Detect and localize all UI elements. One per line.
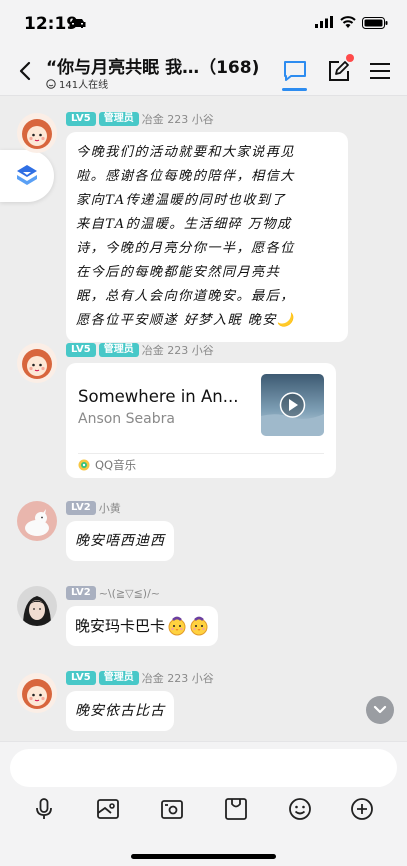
sender-meta: LV5 管理员 冶金 223 小谷 xyxy=(66,342,214,358)
level-badge: LV2 xyxy=(66,586,96,600)
sender-name[interactable]: 冶金 223 小谷 xyxy=(142,670,214,686)
avatar[interactable] xyxy=(17,113,57,153)
chevron-down-icon xyxy=(373,705,387,714)
song-artist: Anson Seabra xyxy=(78,411,175,427)
role-badge: 管理员 xyxy=(98,343,139,357)
message-line: 家向TA传递温暖的同时也收到了 xyxy=(76,193,287,208)
plus-icon xyxy=(351,798,373,820)
music-share-card[interactable]: Somewhere in An... Anson Seabra QQ音乐 xyxy=(66,363,336,478)
emoji-button[interactable] xyxy=(286,795,314,823)
message-line: 在今后的每晚都能安然同月亮共 xyxy=(76,265,281,280)
avatar[interactable] xyxy=(17,586,57,626)
song-title: Somewhere in An... xyxy=(78,387,239,406)
camera-button[interactable] xyxy=(158,795,186,823)
message-line: 眠，总有人会向你道晚安。最后， xyxy=(76,289,295,304)
message-line: 愿各位平安顺遂 好梦入眠 晚安🌙 xyxy=(76,313,295,328)
notification-dot xyxy=(346,54,354,62)
wifi-icon xyxy=(340,16,356,28)
message-bubble[interactable]: 晚安唔西迪西 xyxy=(66,521,174,561)
message-bubble[interactable]: 今晚我们的活动就要和大家说再见 啦。感谢各位每晚的陪伴，相信大 家向TA传递温暖… xyxy=(66,132,348,342)
chat-header: “你与月亮共眠 我…（168) 141人在线 xyxy=(0,48,407,96)
level-badge: LV5 xyxy=(66,343,96,357)
back-icon[interactable] xyxy=(16,60,34,82)
voice-button[interactable] xyxy=(30,795,58,823)
message-text: 晚安玛卡巴卡 xyxy=(75,617,166,635)
message-line: 今晚我们的活动就要和大家说再见 xyxy=(76,145,295,160)
avatar[interactable] xyxy=(17,343,57,383)
sender-meta: LV2 小黄 xyxy=(66,500,121,516)
emoji-icon xyxy=(289,798,311,820)
more-button[interactable] xyxy=(348,795,376,823)
sender-name[interactable]: 冶金 223 小谷 xyxy=(142,342,214,358)
role-badge: 管理员 xyxy=(98,671,139,685)
battery-icon xyxy=(362,17,388,29)
sender-meta: LV5 管理员 冶金 223 小谷 xyxy=(66,670,214,686)
music-source-label: QQ音乐 xyxy=(95,458,137,472)
image-icon xyxy=(97,799,119,819)
qq-music-icon xyxy=(78,459,90,471)
online-icon xyxy=(46,78,56,89)
level-badge: LV2 xyxy=(66,501,96,515)
active-tab-indicator xyxy=(282,88,307,91)
level-badge: LV5 xyxy=(66,112,96,126)
message-composer xyxy=(0,741,407,866)
microphone-icon xyxy=(36,798,52,819)
scroll-to-bottom-button[interactable] xyxy=(366,696,394,724)
image-button[interactable] xyxy=(94,795,122,823)
message-line: 啦。感谢各位每晚的陪伴，相信大 xyxy=(76,169,295,184)
sender-name[interactable]: 小黄 xyxy=(99,500,121,516)
message-line: 诗，今晚的月亮分你一半，愿各位 xyxy=(76,241,295,256)
sticker-button[interactable] xyxy=(222,795,250,823)
role-badge: 管理员 xyxy=(98,112,139,126)
status-bar: 12:19 xyxy=(0,0,407,48)
menu-icon[interactable] xyxy=(370,62,390,80)
level-badge: LV5 xyxy=(66,671,96,685)
message-line: 来自TA的温暖。生活细碎 万物成 xyxy=(76,217,292,232)
signal-icon xyxy=(315,16,333,28)
chick-emoji-icon xyxy=(190,616,208,636)
avatar[interactable] xyxy=(17,673,57,713)
sender-meta: LV2 ~\(≧▽≦)/~ xyxy=(66,585,160,601)
floating-app-widget[interactable] xyxy=(0,150,54,202)
album-cover[interactable] xyxy=(261,374,324,436)
message-bubble[interactable]: 晚安玛卡巴卡 xyxy=(66,606,219,646)
edit-icon[interactable] xyxy=(328,60,350,82)
camera-icon xyxy=(161,800,183,819)
online-count-label: 141人在线 xyxy=(59,80,109,91)
online-count: 141人在线 xyxy=(46,76,108,91)
sender-meta: LV5 管理员 冶金 223 小谷 xyxy=(66,111,214,127)
sender-name[interactable]: ~\(≧▽≦)/~ xyxy=(99,587,160,600)
card-divider xyxy=(78,453,324,454)
message-input[interactable] xyxy=(10,749,397,787)
message-bubble[interactable]: 晚安依古比古 xyxy=(66,691,174,731)
music-source: QQ音乐 xyxy=(78,457,136,473)
chat-tab-icon[interactable] xyxy=(283,60,307,82)
avatar[interactable] xyxy=(17,501,57,541)
car-icon xyxy=(69,19,86,28)
chick-emoji-icon xyxy=(168,616,186,636)
stack-logo-icon xyxy=(17,165,37,185)
group-title[interactable]: “你与月亮共眠 我…（168) xyxy=(46,53,276,78)
home-indicator xyxy=(131,854,276,859)
sticker-icon xyxy=(225,798,247,820)
sender-name[interactable]: 冶金 223 小谷 xyxy=(142,111,214,127)
